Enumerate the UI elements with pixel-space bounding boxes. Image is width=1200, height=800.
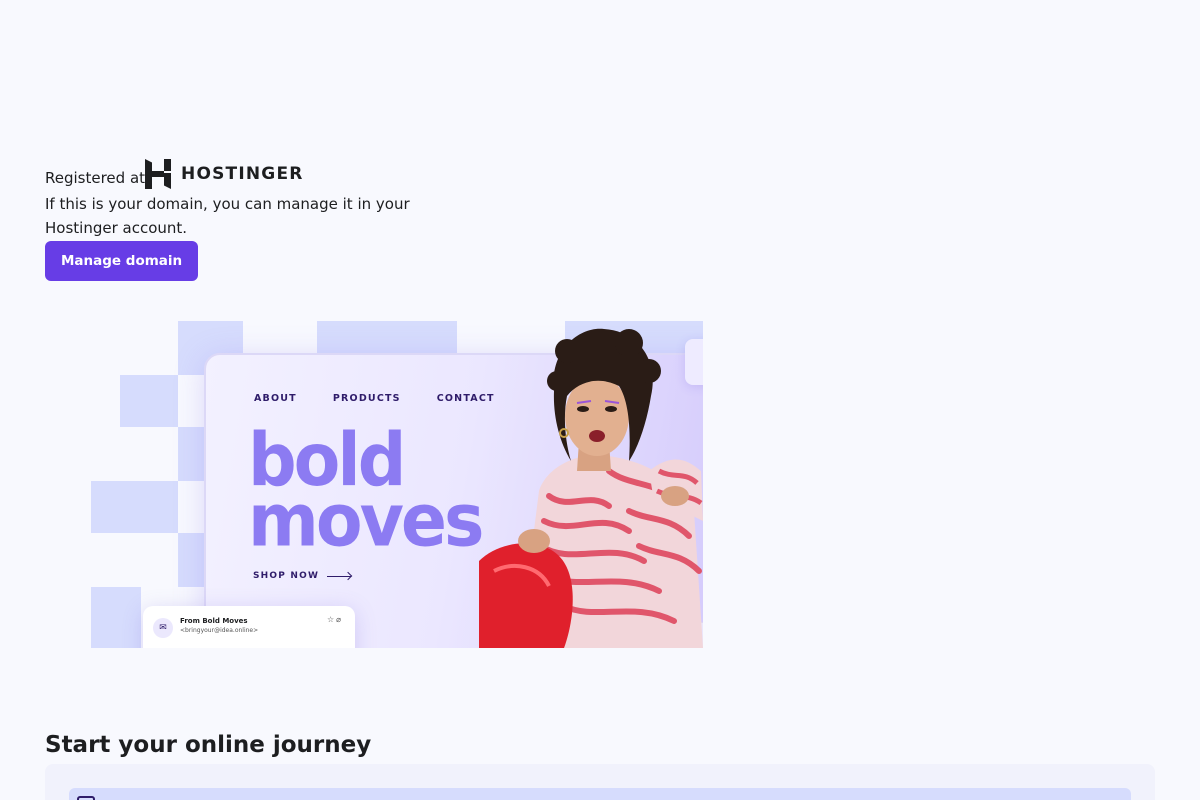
journey-item[interactable] [69,788,1131,800]
journey-panel [45,764,1155,800]
registered-at-line: Registered at HOSTINGER [45,158,445,190]
arrow-right-icon [327,575,352,577]
hero-illustration: ABOUT PRODUCTS CONTACT bold moves SHOP N… [91,321,703,648]
headline-line-2: moves [248,478,484,564]
journey-title: Start your online journey [45,732,372,758]
mail-icon: ✉ [153,618,173,638]
preview-nav: ABOUT PRODUCTS CONTACT [254,393,495,404]
model-photo [479,328,703,648]
journey-item-icon [77,796,95,800]
shop-now-link: SHOP NOW [253,571,352,581]
hostinger-logo-text: HOSTINGER [181,164,304,184]
email-from: From Bold Moves [180,617,248,625]
decor-square [91,587,141,648]
registration-block: Registered at HOSTINGER If this is your … [45,158,445,281]
hostinger-logo[interactable]: HOSTINGER [145,158,304,190]
shop-now-label: SHOP NOW [253,571,320,581]
domain-description: If this is your domain, you can manage i… [45,195,410,237]
star-icon: ☆ [327,615,337,624]
manage-domain-button[interactable]: Manage domain [45,241,199,281]
decor-square [317,321,457,355]
decor-square [91,481,178,533]
registered-at-label: Registered at [45,169,146,187]
decor-square [120,375,178,427]
page: Registered at HOSTINGER If this is your … [0,0,1200,800]
paperclip-icon: ⌀ [336,615,343,624]
email-address: <bringyour@idea.online> [180,627,259,634]
hostinger-logo-icon [145,159,172,189]
email-actions: ☆⌀ [327,615,343,624]
preview-nav-products: PRODUCTS [332,393,401,404]
preview-nav-about: ABOUT [254,393,297,404]
preview-headline: bold moves [248,424,484,564]
email-notification-card: ✉ From Bold Moves <bringyour@idea.online… [143,606,355,648]
